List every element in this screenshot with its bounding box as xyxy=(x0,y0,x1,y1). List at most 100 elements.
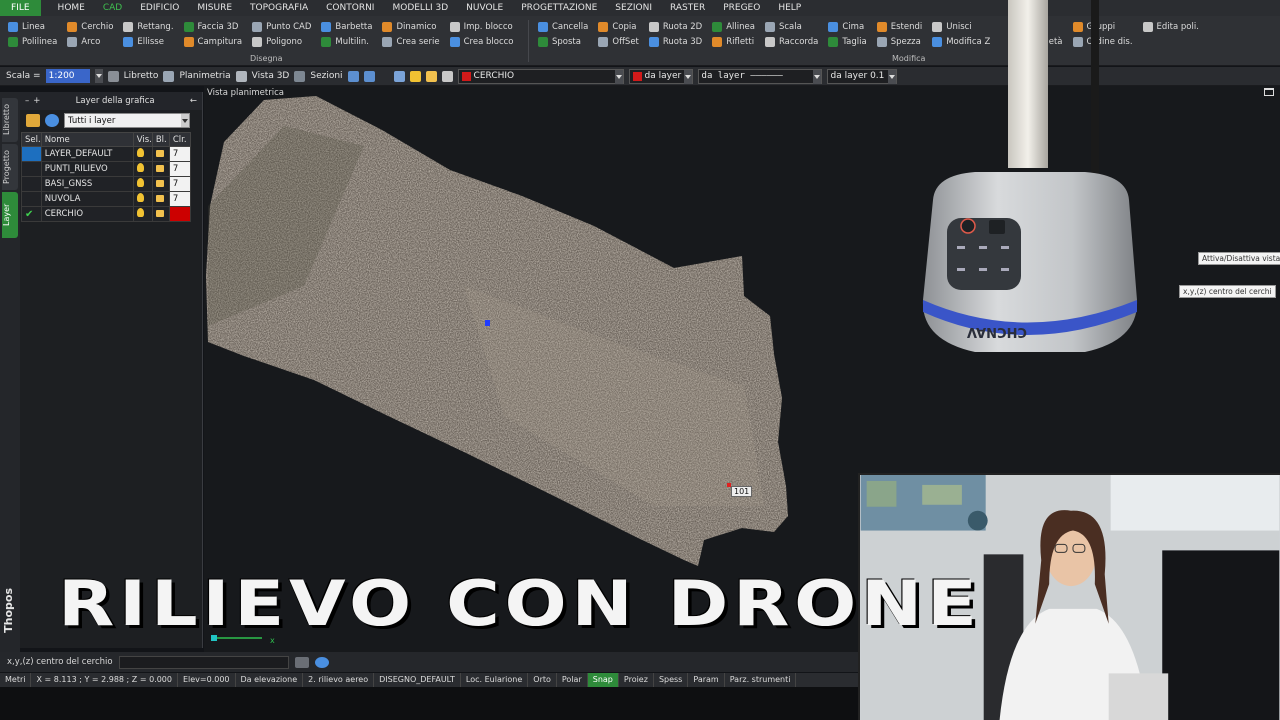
layer-lock-cell[interactable] xyxy=(151,191,170,207)
layer-color-cell[interactable]: 7 xyxy=(168,161,191,177)
column-header[interactable]: Clr. xyxy=(168,132,191,147)
menu-home[interactable]: HOME xyxy=(49,0,94,16)
layer-name[interactable]: CERCHIO xyxy=(40,206,134,222)
ribbon-taglia-button[interactable]: Taglia xyxy=(828,35,867,49)
layer-lock-cell[interactable] xyxy=(151,176,170,192)
layer-visibility-cell[interactable] xyxy=(132,176,153,192)
menu-raster[interactable]: RASTER xyxy=(661,0,714,16)
refresh-icon[interactable] xyxy=(45,113,59,127)
layer-visibility-cell[interactable] xyxy=(132,146,153,162)
layer-select-cell[interactable]: ✔ xyxy=(21,206,42,222)
sezioni-button[interactable]: Sezioni xyxy=(310,71,342,81)
list-icon[interactable] xyxy=(294,656,309,668)
layer-lock-cell[interactable] xyxy=(151,161,170,177)
ribbon-allinea-button[interactable]: Allinea xyxy=(712,20,755,34)
command-input[interactable] xyxy=(118,655,289,669)
layer-visibility-cell[interactable] xyxy=(132,161,153,177)
menu-contorni[interactable]: CONTORNI xyxy=(317,0,383,16)
window-tile-icon[interactable] xyxy=(347,70,359,82)
ribbon-punto-cad-button[interactable]: Punto CAD xyxy=(252,20,311,34)
chevron-down-icon[interactable] xyxy=(812,69,821,84)
layer-select-cell[interactable] xyxy=(21,146,42,162)
layer-name[interactable]: BASI_GNSS xyxy=(40,176,134,192)
layer-row[interactable]: PUNTI_RILIEVO 7 xyxy=(21,161,191,177)
layer-select-cell[interactable] xyxy=(21,176,42,192)
ribbon-ruota-3d-button[interactable]: Ruota 3D xyxy=(648,35,702,49)
pin-icon[interactable]: – xyxy=(25,96,29,106)
ribbon-dinamico-button[interactable]: Dinamico xyxy=(382,20,439,34)
column-header[interactable]: Nome xyxy=(40,132,134,147)
ribbon-rifletti-button[interactable]: Rifletti xyxy=(712,35,755,49)
status-snap[interactable]: Snap xyxy=(587,673,619,687)
ribbon-multilin-button[interactable]: Multilin. xyxy=(321,35,372,49)
ribbon-cima-button[interactable]: Cima xyxy=(828,20,866,34)
menu-progettazione[interactable]: PROGETTAZIONE xyxy=(512,0,606,16)
column-header[interactable]: Vis. xyxy=(132,132,153,147)
current-layer-select[interactable]: CERCHIO xyxy=(457,68,624,84)
libretto-button[interactable]: Libretto xyxy=(124,71,159,81)
menu-nuvole[interactable]: NUVOLE xyxy=(457,0,512,16)
maximize-icon[interactable] xyxy=(1264,88,1274,96)
layer-name[interactable]: PUNTI_RILIEVO xyxy=(40,161,134,177)
menu-topografia[interactable]: TOPOGRAFIA xyxy=(241,0,317,16)
ribbon-copia-button[interactable]: Copia xyxy=(598,20,639,34)
menu-pregeo[interactable]: PREGEO xyxy=(714,0,769,16)
menu-misure[interactable]: MISURE xyxy=(188,0,241,16)
tab-layer[interactable]: Layer xyxy=(2,192,18,238)
lineweight-select[interactable]: da layer 0.1 xyxy=(826,68,897,84)
add-icon[interactable]: + xyxy=(33,96,40,106)
ribbon-faccia-3d-button[interactable]: Faccia 3D xyxy=(183,20,243,34)
menu-edificio[interactable]: EDIFICIO xyxy=(131,0,188,16)
layer-visibility-cell[interactable] xyxy=(132,191,153,207)
layer-color-cell[interactable] xyxy=(168,206,191,222)
chevron-down-icon[interactable] xyxy=(887,69,896,84)
ribbon-offset-button[interactable]: OffSet xyxy=(598,35,639,49)
scale-dropdown-icon[interactable] xyxy=(94,69,103,83)
layer-color-cell[interactable]: 7 xyxy=(168,146,191,162)
status-proiez[interactable]: Proiez xyxy=(619,673,654,687)
column-header[interactable]: Bl. xyxy=(151,132,170,147)
layer-select-cell[interactable] xyxy=(21,161,42,177)
layer-row[interactable]: ✔ CERCHIO xyxy=(21,206,191,222)
ribbon-raccorda-button[interactable]: Raccorda xyxy=(764,35,818,49)
layer-select-cell[interactable] xyxy=(21,191,42,207)
layer-name[interactable]: NUVOLA xyxy=(40,191,134,207)
layer-name[interactable]: LAYER_DEFAULT xyxy=(40,146,134,162)
ribbon-crea-blocco-button[interactable]: Crea blocco xyxy=(449,35,514,49)
tab-progetto[interactable]: Progetto xyxy=(2,144,18,190)
lock-icon[interactable] xyxy=(425,70,437,82)
ribbon-ruota-2d-button[interactable]: Ruota 2D xyxy=(648,20,702,34)
status-spess[interactable]: Spess xyxy=(654,673,689,687)
tab-libretto[interactable]: Libretto xyxy=(2,98,18,142)
color-select[interactable]: da layer xyxy=(628,68,693,84)
window-stack-icon[interactable] xyxy=(363,70,375,82)
ribbon-imp-blocco-button[interactable]: Imp. blocco xyxy=(449,20,514,34)
ribbon-barbetta-button[interactable]: Barbetta xyxy=(321,20,372,34)
layer-manager-icon[interactable] xyxy=(393,70,405,82)
menu-sezioni[interactable]: SEZIONI xyxy=(606,0,661,16)
printer-icon[interactable] xyxy=(441,70,453,82)
undo-icon[interactable] xyxy=(314,656,329,668)
layer-row[interactable]: BASI_GNSS 7 xyxy=(21,176,191,192)
ribbon-linea-button[interactable]: Linea xyxy=(8,20,57,34)
ribbon-campitura-button[interactable]: Campitura xyxy=(183,35,242,49)
status-polar[interactable]: Polar xyxy=(557,673,588,687)
scale-input[interactable]: 1:200 xyxy=(45,69,90,83)
ribbon-arco-button[interactable]: Arco xyxy=(67,35,113,49)
layer-filter-select[interactable]: Tutti i layer xyxy=(64,112,190,128)
menu-cad[interactable]: CAD xyxy=(94,0,131,16)
layer-visibility-cell[interactable] xyxy=(132,206,153,222)
layer-lock-cell[interactable] xyxy=(151,146,170,162)
ribbon-sposta-button[interactable]: Sposta xyxy=(538,35,588,49)
ribbon-cancella-button[interactable]: Cancella xyxy=(538,20,588,34)
linetype-select[interactable]: da layer —————— xyxy=(697,68,822,84)
chevron-down-icon[interactable] xyxy=(614,69,623,84)
ribbon-polilinea-button[interactable]: Polilinea xyxy=(8,35,57,49)
vista3d-button[interactable]: Vista 3D xyxy=(252,71,290,81)
gnss-base-marker[interactable] xyxy=(485,320,490,326)
bulb-icon[interactable] xyxy=(409,70,421,82)
menu-file[interactable]: FILE xyxy=(0,0,41,16)
ribbon-crea-serie-button[interactable]: Crea serie xyxy=(382,35,440,49)
ribbon-scala-button[interactable]: Scala xyxy=(764,20,818,34)
layer-row[interactable]: LAYER_DEFAULT 7 xyxy=(21,146,191,162)
